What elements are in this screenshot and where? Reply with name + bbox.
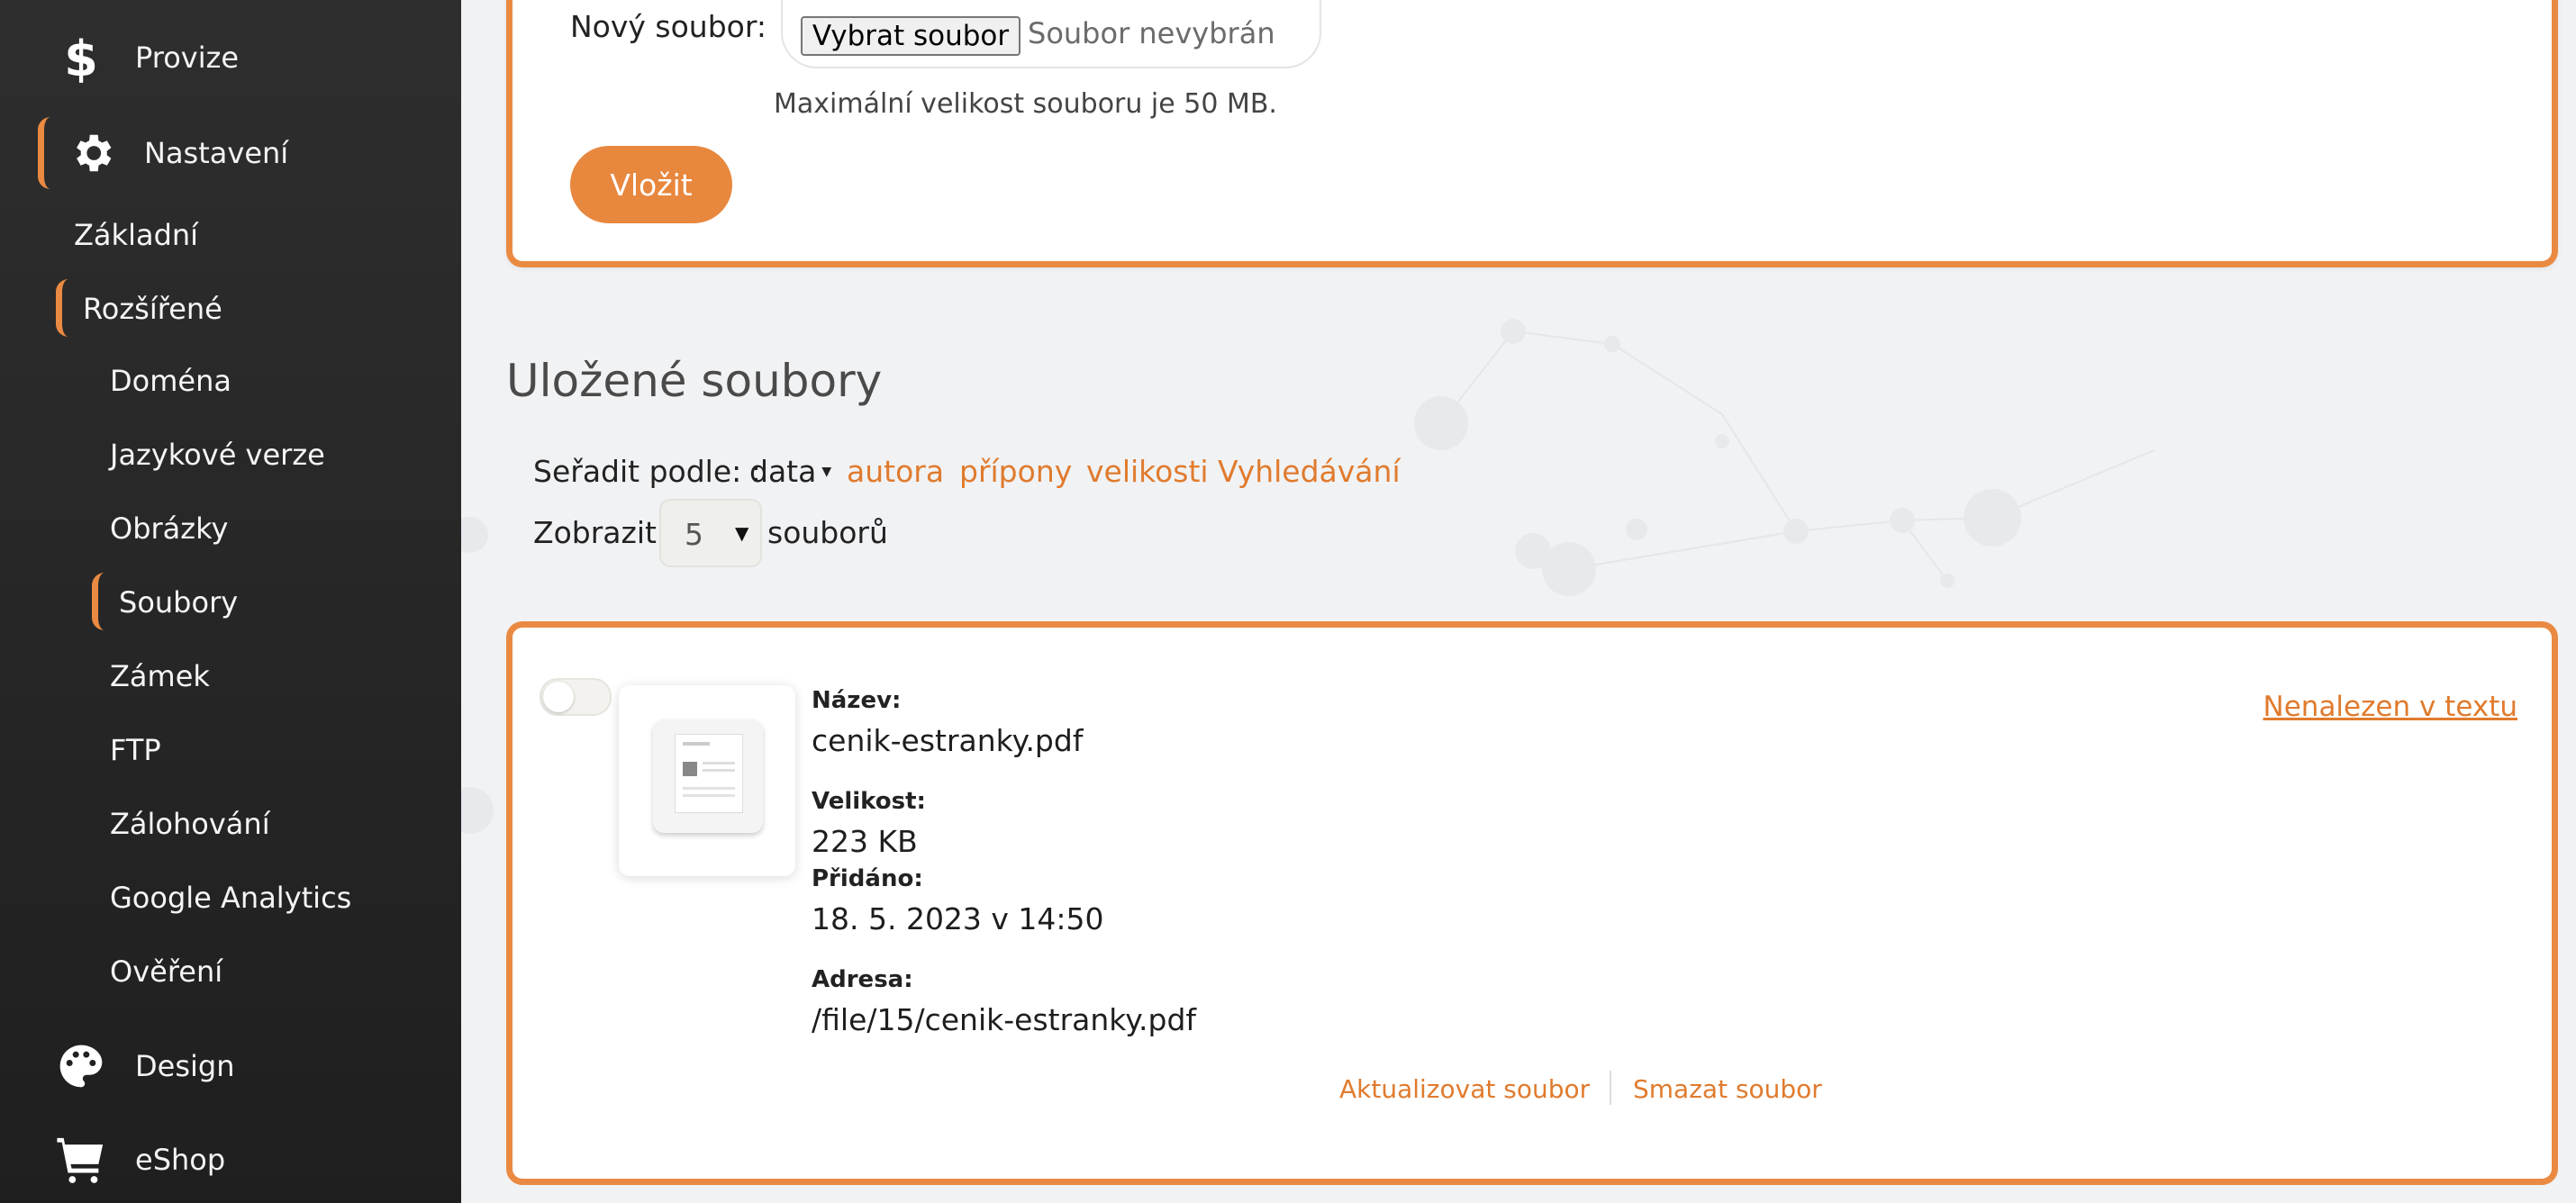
sidebar-item-domena[interactable]: Doména — [110, 364, 231, 398]
dollar-icon: $ — [54, 31, 108, 85]
nav-item-label: Provize — [135, 41, 240, 75]
sort-option-vyhledavani[interactable]: Vyhledávání — [1218, 454, 1401, 489]
sidebar-item-ftp[interactable]: FTP — [110, 733, 161, 767]
sidebar-item-rozsirene[interactable]: Rozšířené — [83, 292, 222, 326]
no-file-text: Soubor nevybrán — [1028, 16, 1275, 50]
pdf-icon — [653, 719, 763, 833]
cart-icon — [54, 1133, 108, 1187]
nav-item-label: Nastavení — [144, 136, 289, 170]
new-file-label: Nový soubor: — [570, 9, 766, 44]
not-found-in-text-link[interactable]: Nenalezen v textu — [2263, 691, 2517, 723]
show-label: Zobrazit — [533, 515, 657, 550]
sort-option-data[interactable]: data ▼ — [749, 454, 831, 489]
active-indicator — [38, 117, 57, 189]
nav-item-nastaveni[interactable]: Nastavení — [65, 126, 288, 180]
choose-file-button[interactable]: Vybrat soubor — [801, 16, 1020, 56]
page-size-value: 5 — [685, 517, 703, 552]
update-file-link[interactable]: Aktualizovat soubor — [1339, 1074, 1590, 1104]
submit-button[interactable]: Vložit — [570, 146, 732, 223]
added-label: Přidáno: — [812, 865, 923, 892]
main-content: Nový soubor: Vybrat soubor Soubor nevybr… — [461, 0, 2576, 1203]
sidebar-item-obrazky[interactable]: Obrázky — [110, 511, 228, 546]
nav-item-eshop[interactable]: eShop — [54, 1133, 225, 1187]
sort-active-label: data — [749, 454, 817, 489]
sidebar-item-zalohovani[interactable]: Zálohování — [110, 807, 270, 841]
size-label: Velikost: — [812, 788, 926, 815]
active-indicator — [92, 573, 111, 630]
file-added: 18. 5. 2023 v 14:50 — [812, 901, 1104, 936]
file-size: 223 KB — [812, 824, 918, 859]
file-input[interactable]: Vybrat soubor Soubor nevybrán — [781, 0, 1321, 68]
name-label: Název: — [812, 687, 902, 714]
toggle-knob — [543, 682, 574, 712]
delete-file-link[interactable]: Smazat soubor — [1633, 1074, 1822, 1104]
nav-item-design[interactable]: Design — [54, 1039, 234, 1093]
sort-option-velikosti[interactable]: velikosti — [1086, 454, 1209, 489]
sidebar-item-zamek[interactable]: Zámek — [110, 659, 210, 693]
gear-icon — [65, 126, 119, 180]
file-thumbnail[interactable] — [619, 685, 795, 876]
palette-icon — [54, 1039, 108, 1093]
sidebar-item-zakladni[interactable]: Základní — [74, 218, 198, 252]
sidebar-item-google-analytics[interactable]: Google Analytics — [110, 881, 351, 915]
file-name: cenik-estranky.pdf — [812, 723, 1084, 758]
caret-down-icon: ▼ — [735, 522, 749, 544]
active-indicator — [56, 279, 75, 337]
show-suffix: souborů — [767, 515, 888, 550]
sort-option-autora[interactable]: autora — [847, 454, 944, 489]
select-toggle[interactable] — [540, 678, 612, 716]
sort-option-pripony[interactable]: přípony — [959, 454, 1072, 489]
file-card: Název: cenik-estranky.pdf Velikost: 223 … — [506, 621, 2558, 1185]
page-title: Uložené soubory — [506, 355, 883, 407]
max-size-hint: Maximální velikost souboru je 50 MB. — [774, 88, 1277, 120]
file-address: /file/15/cenik-estranky.pdf — [812, 1002, 1197, 1037]
nav-item-provize[interactable]: $ Provize — [54, 31, 239, 85]
sort-label: Seřadit podle: : — [533, 454, 761, 489]
address-label: Adresa: — [812, 966, 913, 993]
nav-item-label: Design — [135, 1049, 235, 1083]
svg-text:$: $ — [64, 32, 98, 83]
caret-down-icon: ▼ — [821, 464, 832, 479]
divider — [1610, 1071, 1611, 1105]
page-size-select[interactable]: 5 ▼ — [659, 499, 762, 567]
upload-card: Nový soubor: Vybrat soubor Soubor nevybr… — [506, 0, 2558, 267]
sidebar: $ Provize Nastavení Základní Rozšířené D… — [0, 0, 461, 1203]
nav-item-label: eShop — [135, 1143, 226, 1177]
sidebar-item-jazykove-verze[interactable]: Jazykové verze — [110, 438, 325, 472]
sidebar-item-soubory[interactable]: Soubory — [119, 585, 238, 620]
sidebar-item-overeni[interactable]: Ověření — [110, 954, 222, 989]
